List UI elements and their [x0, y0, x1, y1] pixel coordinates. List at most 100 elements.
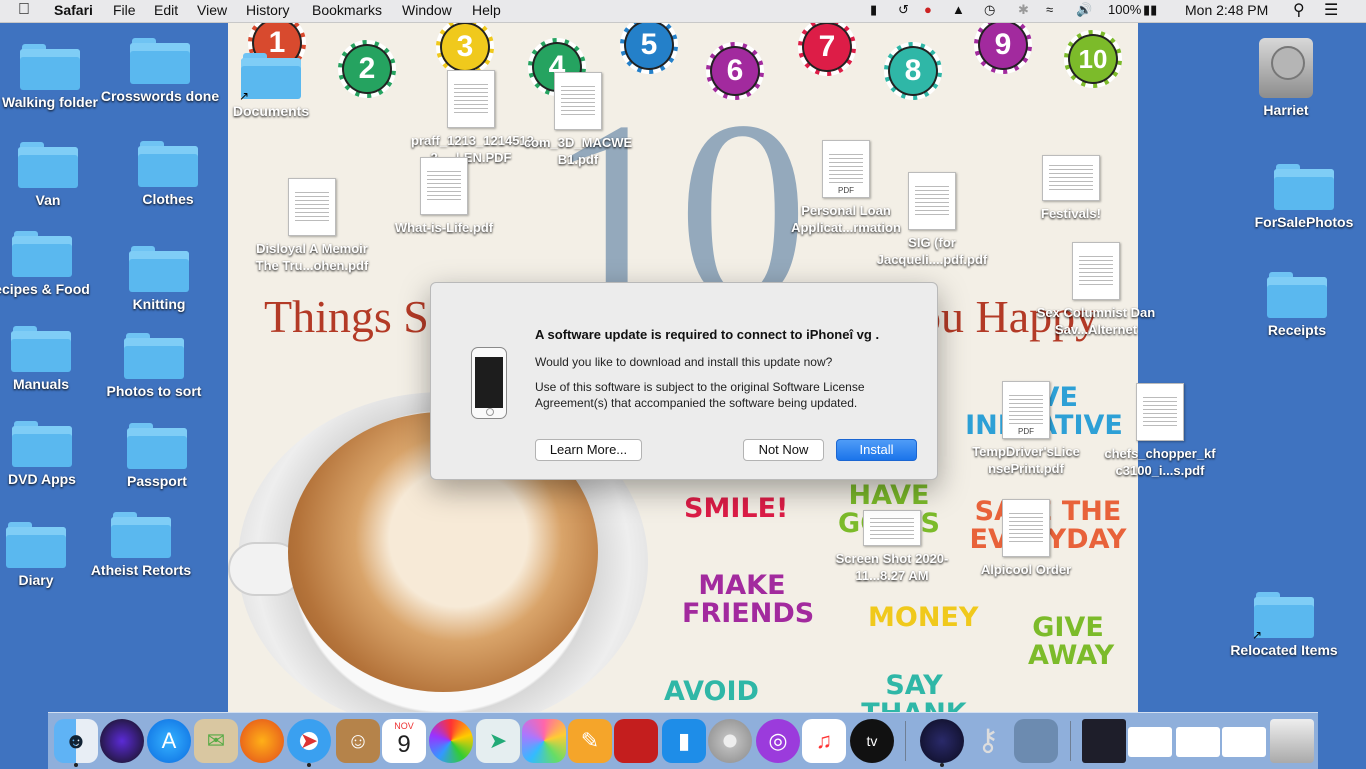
- status-app-icon[interactable]: ▮: [870, 2, 877, 18]
- folder-icon: [124, 333, 184, 379]
- desktop-folder-van[interactable]: Van: [0, 142, 108, 209]
- iphone-icon: [471, 347, 507, 419]
- folder-icon: [1267, 272, 1327, 318]
- desktop-file-screen-shot[interactable]: Screen Shot 2020-11...8.27 AM: [832, 510, 952, 584]
- photos-alt-icon[interactable]: [429, 719, 473, 763]
- desktop-file-alpicool-order[interactable]: Alpicool Order: [966, 499, 1086, 578]
- desktop-file-what-is-life[interactable]: What-is-Life.pdf: [384, 157, 504, 236]
- photos-icon[interactable]: [522, 719, 566, 763]
- app-menu-safari[interactable]: Safari: [54, 2, 93, 18]
- desktop-folder-knitting[interactable]: Knitting: [99, 246, 219, 313]
- dialog-question: Would you like to download and install t…: [535, 355, 833, 369]
- menu-history[interactable]: History: [246, 2, 290, 18]
- install-button[interactable]: Install: [836, 439, 917, 461]
- desktop-file-chefs-chopper[interactable]: chefs_chopper_kf c3100_i...s.pdf: [1100, 383, 1220, 479]
- pages-icon[interactable]: ✎: [568, 719, 612, 763]
- wallpaper-number-5: 5: [620, 22, 678, 74]
- siri-icon[interactable]: [100, 719, 144, 763]
- time-machine-icon[interactable]: ◷: [984, 2, 995, 18]
- desktop-folder-photos-to-sort[interactable]: Photos to sort: [94, 333, 214, 400]
- clock[interactable]: Mon 2:48 PM: [1185, 2, 1268, 18]
- wallpaper-give-away: GIVE AWAY: [1028, 612, 1115, 672]
- creative-app-icon[interactable]: [920, 719, 964, 763]
- desktop-file-tempdriver-license[interactable]: PDF TempDriver'sLice nsePrint.pdf: [966, 381, 1086, 477]
- minimized-window-thumbnail[interactable]: [1222, 727, 1266, 757]
- desktop-folder-walking-folder[interactable]: Walking folder: [0, 44, 110, 111]
- mail-stamp-icon[interactable]: ✉: [194, 719, 238, 763]
- battery-icon[interactable]: ▮▮: [1143, 2, 1157, 18]
- keychain-icon[interactable]: ⚷: [966, 719, 1010, 763]
- desktop-folder-forsalephotos[interactable]: ForSalePhotos: [1244, 164, 1364, 231]
- contacts-icon[interactable]: ☺: [336, 719, 380, 763]
- notification-center-icon[interactable]: ☰: [1324, 0, 1338, 20]
- desktop-drive-harriet[interactable]: Harriet: [1226, 38, 1346, 119]
- preview-icon[interactable]: [1014, 719, 1058, 763]
- finder-icon[interactable]: ☻: [54, 719, 98, 763]
- menu-window[interactable]: Window: [402, 2, 452, 18]
- menu-bar:  Safari File Edit View History Bookmark…: [0, 0, 1366, 23]
- desktop-file-macwe-pdf[interactable]: com_3D_MACWE B1.pdf: [518, 72, 638, 168]
- running-indicator: [74, 763, 78, 767]
- minimized-window-thumbnail[interactable]: [1082, 719, 1126, 763]
- desktop-folder-passport[interactable]: Passport: [97, 423, 217, 490]
- desktop-folder-manuals[interactable]: Manuals: [0, 326, 101, 393]
- desktop-folder-crosswords-done[interactable]: Crosswords done: [100, 38, 220, 105]
- desktop-folder-documents[interactable]: ↗ Documents: [211, 53, 331, 120]
- toolbox-icon[interactable]: [614, 719, 658, 763]
- desktop-folder-recipes-food[interactable]: ecipes & Food: [0, 231, 102, 298]
- documents-folder-icon: ↗: [239, 53, 301, 103]
- dock: ☻ A ✉ ➤ ☺ NOV 9 ➤ ✎ ▮ ◎ ♫ tv ⚷: [48, 712, 1318, 769]
- status-g-icon[interactable]: ↺: [898, 2, 909, 18]
- folder-icon: [12, 421, 72, 467]
- desktop-folder-clothes[interactable]: Clothes: [108, 141, 228, 208]
- wifi-icon[interactable]: ≈: [1046, 2, 1053, 17]
- pdf-document-icon: [447, 70, 495, 128]
- desktop-folder-relocated-items[interactable]: ↗ Relocated Items: [1224, 592, 1344, 659]
- apple-tv-icon[interactable]: tv: [850, 719, 894, 763]
- volume-icon[interactable]: 🔊: [1076, 2, 1092, 18]
- bookmark-app-icon[interactable]: ▮: [662, 719, 706, 763]
- minimized-window-thumbnail[interactable]: [1128, 727, 1172, 757]
- podcasts-icon[interactable]: ◎: [756, 719, 800, 763]
- battery-percent[interactable]: 100%: [1108, 2, 1141, 17]
- screenshot-image-icon: [863, 510, 921, 546]
- desktop-file-praff-pdf[interactable]: praff_1213_1214512... 2.....l-EN.PDF: [411, 70, 545, 166]
- desktop-folder-dvd-apps[interactable]: DVD Apps: [0, 421, 102, 488]
- minimized-window-thumbnail[interactable]: [1176, 727, 1220, 757]
- menu-help[interactable]: Help: [472, 2, 501, 18]
- pdf-document-icon: [1002, 499, 1050, 557]
- alias-arrow-icon: ↗: [1252, 628, 1263, 642]
- airplay-icon[interactable]: ▲: [952, 2, 965, 17]
- calendar-icon[interactable]: NOV 9: [382, 719, 426, 763]
- running-indicator: [307, 763, 311, 767]
- desktop-folder-receipts[interactable]: Receipts: [1237, 272, 1357, 339]
- learn-more-button[interactable]: Learn More...: [535, 439, 642, 461]
- status-lastpass-icon[interactable]: ●: [924, 2, 932, 17]
- desktop-file-disloyal-memoir[interactable]: Disloyal A Memoir The Tru...ohen.pdf: [252, 178, 372, 274]
- not-now-button[interactable]: Not Now: [743, 439, 824, 461]
- apple-menu-icon[interactable]: : [18, 1, 30, 19]
- running-indicator: [940, 763, 944, 767]
- menu-edit[interactable]: Edit: [154, 2, 178, 18]
- menu-file[interactable]: File: [113, 2, 136, 18]
- desktop-file-sex-columnist[interactable]: Sex Columnist Dan Sav...Alternet: [1036, 242, 1156, 338]
- folder-icon: [18, 142, 78, 188]
- maps-icon[interactable]: ➤: [476, 719, 520, 763]
- desktop-file-sig-pdf[interactable]: SIG (for Jacqueli....pdf.pdf: [872, 172, 992, 268]
- menu-bookmarks[interactable]: Bookmarks: [312, 2, 382, 18]
- bluetooth-icon[interactable]: ✱: [1018, 2, 1029, 18]
- folder-icon: [129, 246, 189, 292]
- firefox-icon[interactable]: [240, 719, 284, 763]
- trash-icon[interactable]: [1270, 719, 1314, 763]
- dvd-player-icon[interactable]: [708, 719, 752, 763]
- menu-view[interactable]: View: [197, 2, 227, 18]
- desktop-folder-atheist-retorts[interactable]: Atheist Retorts: [81, 512, 201, 579]
- folder-icon: [12, 231, 72, 277]
- wallpaper-number-8: 8: [884, 42, 942, 100]
- music-icon[interactable]: ♫: [802, 719, 846, 763]
- desktop-file-festivals[interactable]: Festivals!: [1011, 155, 1131, 222]
- wallpaper-money: MONEY: [868, 602, 979, 633]
- spotlight-icon[interactable]: ⚲: [1293, 0, 1305, 20]
- safari-icon[interactable]: ➤: [287, 719, 331, 763]
- app-store-icon[interactable]: A: [147, 719, 191, 763]
